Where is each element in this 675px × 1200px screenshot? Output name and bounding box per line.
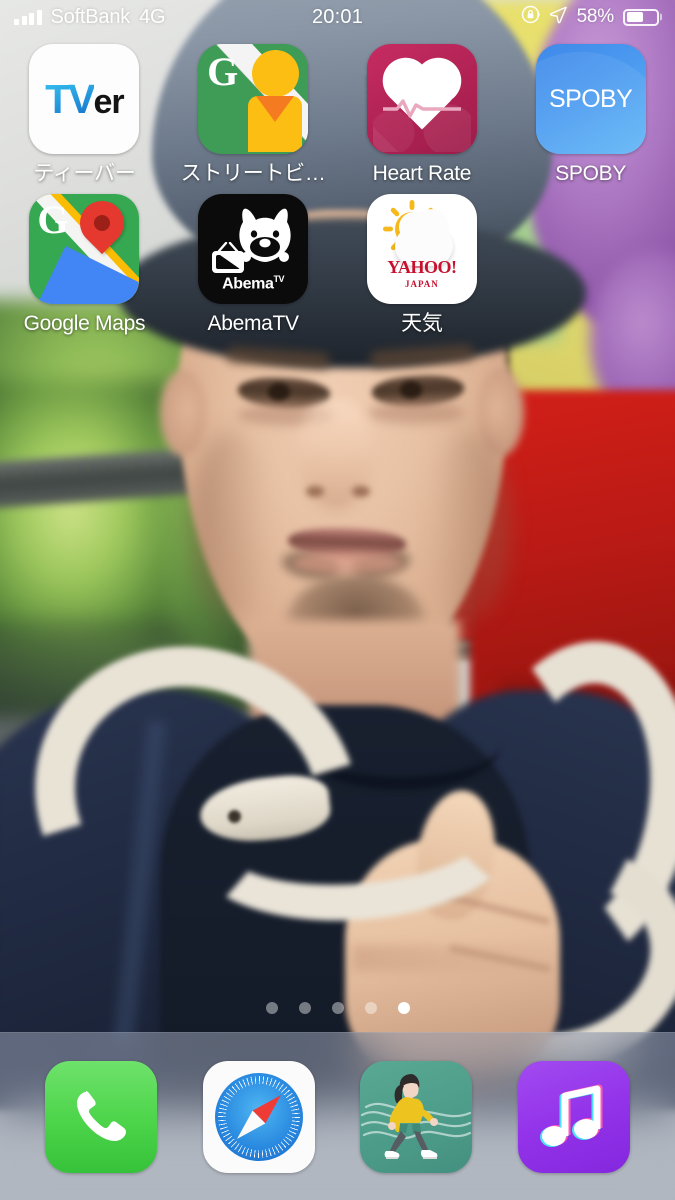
dock-app-safari[interactable] bbox=[202, 1060, 315, 1173]
dock-app-phone[interactable] bbox=[44, 1060, 157, 1173]
google-maps-icon[interactable]: G bbox=[29, 194, 140, 304]
music-note-icon[interactable] bbox=[518, 1060, 631, 1173]
page-dot-2[interactable] bbox=[298, 1002, 311, 1014]
app-label-spoby: SPOBY bbox=[555, 162, 627, 185]
page-dot-1[interactable] bbox=[265, 1002, 278, 1014]
google-g-letter: G bbox=[37, 197, 69, 242]
app-label-heart-rate: Heart Rate bbox=[372, 162, 472, 185]
dock bbox=[0, 1032, 675, 1200]
heart-rate-icon[interactable] bbox=[366, 44, 477, 154]
yahoo-weather-icon[interactable]: YAHOO! JAPAN bbox=[366, 194, 477, 304]
phone-handset-icon[interactable] bbox=[44, 1060, 157, 1173]
app-label-google-maps: Google Maps bbox=[23, 312, 146, 335]
spoby-logo-text: SPOBY bbox=[549, 84, 633, 113]
app-label-tver: ティーバー bbox=[33, 162, 136, 185]
app-street-view[interactable]: G ストリートビ… bbox=[169, 44, 338, 186]
app-grid: TVer ティーバー G ストリートビ… Heart Rate SPOBY SP… bbox=[0, 44, 675, 336]
app-label-yahoo-weather: 天気 bbox=[401, 312, 443, 335]
safari-compass-icon[interactable] bbox=[202, 1060, 315, 1173]
status-bar-clock: 20:01 bbox=[311, 5, 364, 28]
app-tver[interactable]: TVer ティーバー bbox=[0, 44, 169, 186]
abema-logo-text: AbemaTV bbox=[222, 273, 285, 292]
app-spoby[interactable]: SPOBY SPOBY bbox=[506, 44, 675, 186]
abema-tv-icon bbox=[212, 242, 245, 273]
page-dot-5[interactable] bbox=[397, 1002, 410, 1014]
battery-icon bbox=[623, 8, 659, 26]
walking-person-icon[interactable] bbox=[360, 1060, 473, 1173]
tver-logo-er: er bbox=[93, 82, 125, 121]
app-heart-rate[interactable]: Heart Rate bbox=[338, 44, 507, 186]
app-yahoo-weather[interactable]: YAHOO! JAPAN 天気 bbox=[338, 194, 507, 336]
street-view-icon[interactable]: G bbox=[198, 44, 309, 154]
app-row-1: TVer ティーバー G ストリートビ… Heart Rate SPOBY SP… bbox=[0, 44, 675, 186]
app-google-maps[interactable]: G Google Maps bbox=[0, 194, 169, 336]
dock-app-music[interactable] bbox=[518, 1060, 631, 1173]
spoby-icon[interactable]: SPOBY bbox=[535, 44, 646, 154]
iphone-home-screen: SoftBank 4G 20:01 58% TVer ティーバー G ストリート… bbox=[0, 0, 675, 1200]
app-label-street-view: ストリートビ… bbox=[180, 162, 326, 185]
page-dot-3[interactable] bbox=[331, 1002, 344, 1014]
abematv-icon[interactable]: AbemaTV bbox=[198, 194, 309, 304]
app-abematv[interactable]: AbemaTV AbemaTV bbox=[169, 194, 338, 336]
page-dot-4[interactable] bbox=[364, 1002, 377, 1014]
page-indicator-dots[interactable] bbox=[0, 1002, 675, 1014]
google-g-letter: G bbox=[207, 49, 239, 94]
app-row-2: G Google Maps AbemaTV AbemaTV YAHOO! JAP… bbox=[0, 194, 675, 336]
app-label-abematv: AbemaTV bbox=[207, 312, 299, 335]
tver-icon[interactable]: TVer bbox=[29, 44, 140, 154]
walking-woman-figure bbox=[384, 1073, 439, 1159]
dock-app-walking-tracker[interactable] bbox=[360, 1060, 473, 1173]
tver-logo-tv: TV bbox=[45, 75, 95, 122]
yahoo-japan-logo: YAHOO! JAPAN bbox=[387, 257, 457, 289]
status-bar: SoftBank 4G 20:01 58% bbox=[0, 0, 675, 34]
